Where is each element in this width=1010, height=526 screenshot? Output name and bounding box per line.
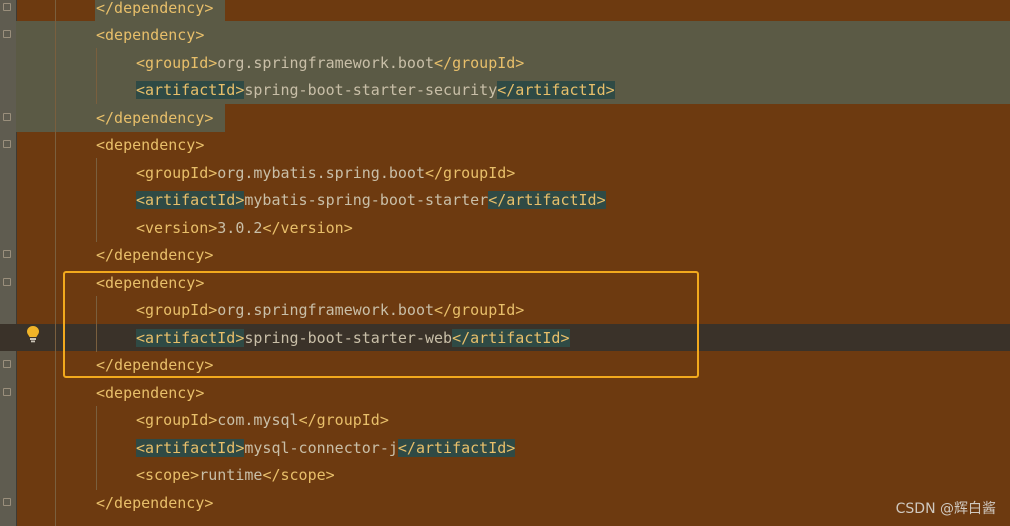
fold-marker-icon[interactable] (3, 388, 11, 396)
code-line[interactable]: <artifactId>mysql-connector-j</artifactI… (136, 435, 516, 462)
watermark: CSDN @辉白酱 (895, 501, 996, 517)
fold-marker-icon[interactable] (3, 140, 11, 148)
code-line[interactable]: <groupId>org.mybatis.spring.boot</groupI… (136, 160, 515, 187)
fold-marker-icon[interactable] (3, 3, 11, 11)
code-line[interactable]: <version>3.0.2</version> (136, 215, 353, 242)
fold-marker-icon[interactable] (3, 360, 11, 368)
xml-tag: <dependency> (96, 26, 205, 44)
xml-tag: <dependency> (96, 383, 205, 402)
xml-tag: </dependency> (96, 493, 214, 512)
xml-tag: </groupId> (298, 411, 389, 429)
xml-tag: <scope> (136, 466, 200, 484)
xml-tag: <version> (136, 218, 218, 237)
editor-gutter (0, 0, 16, 526)
xml-tag: </scope> (262, 466, 335, 484)
xml-tag: <groupId> (136, 53, 218, 72)
code-line[interactable]: <dependency> (96, 380, 204, 407)
code-line[interactable]: <artifactId>mybatis-spring-boot-starter<… (136, 187, 606, 214)
indent-guide (96, 158, 97, 242)
xml-text: com.mysql (217, 411, 299, 429)
xml-text: runtime (199, 466, 263, 484)
xml-tag: </dependency> (96, 0, 214, 17)
xml-tag: </artifactId> (497, 81, 615, 99)
code-line[interactable]: </dependency> (96, 490, 213, 517)
code-line[interactable]: </dependency> (96, 242, 213, 269)
xml-tag: </dependency> (96, 108, 214, 127)
fold-marker-icon[interactable] (3, 30, 11, 38)
xml-text: mysql-connector-j (244, 438, 398, 457)
code-line[interactable]: </dependency> (96, 105, 213, 132)
fold-marker-icon[interactable] (3, 113, 11, 121)
indent-guide (96, 406, 97, 490)
highlight-box (63, 271, 699, 378)
xml-text: org.springframework.boot (217, 53, 435, 72)
xml-tag: </groupId> (434, 53, 525, 72)
xml-tag: </version> (262, 218, 353, 237)
lightbulb-icon[interactable] (25, 325, 41, 343)
indent-guide (55, 0, 56, 526)
xml-text: spring-boot-starter-security (244, 81, 498, 99)
xml-text: 3.0.2 (217, 218, 263, 237)
code-line[interactable]: <dependency> (96, 22, 204, 49)
xml-tag: <artifactId> (136, 191, 245, 209)
code-line[interactable]: </dependency> (96, 0, 213, 22)
code-line[interactable]: <dependency> (96, 132, 204, 159)
code-line[interactable]: <artifactId>spring-boot-starter-security… (136, 77, 615, 104)
code-line[interactable]: <scope>runtime</scope> (136, 462, 335, 489)
xml-tag: <groupId> (136, 163, 218, 182)
xml-tag: </artifactId> (488, 191, 606, 209)
xml-tag: </dependency> (96, 246, 214, 264)
fold-marker-icon[interactable] (3, 250, 11, 258)
fold-marker-icon[interactable] (3, 278, 11, 286)
fold-marker-icon[interactable] (3, 498, 11, 506)
xml-tag: </groupId> (425, 163, 516, 182)
code-line[interactable]: <groupId>org.springframework.boot</group… (136, 50, 524, 77)
xml-tag: <artifactId> (136, 81, 245, 99)
indent-guide (96, 48, 97, 104)
code-line[interactable]: <groupId>com.mysql</groupId> (136, 407, 389, 434)
xml-tag: <dependency> (96, 136, 205, 154)
xml-text: org.mybatis.spring.boot (217, 163, 425, 182)
xml-tag: <artifactId> (136, 438, 245, 457)
xml-text: mybatis-spring-boot-starter (244, 191, 489, 209)
xml-tag: </artifactId> (397, 438, 516, 457)
xml-tag: <groupId> (136, 411, 218, 429)
